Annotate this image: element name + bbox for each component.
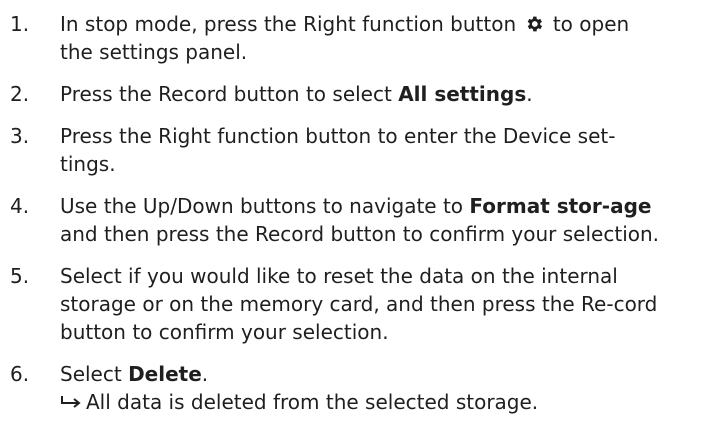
step-emphasis: Delete [128,362,202,386]
step-result: All data is deleted from the selected st… [60,388,660,416]
step-text: Press the Record button to select [60,82,399,106]
step-number: 3. [10,124,30,148]
step-number: 2. [10,82,30,106]
step-emphasis: Format stor-age [469,194,652,218]
right-hook-arrow-icon [61,396,81,408]
step-6: 6. Select Delete. All data is deleted fr… [0,360,660,416]
step-number: 1. [10,12,30,36]
step-5: 5. Select if you would like to reset the… [0,262,660,346]
step-4: 4. Use the Up/Down buttons to navigate t… [0,192,660,248]
step-text-continued: . [526,82,533,106]
step-text: Use the Up/Down buttons to navigate to [60,194,470,218]
step-number: 6. [10,362,30,386]
instruction-steps: 1. In stop mode, press the Right functio… [0,0,708,416]
step-text: Select [60,362,129,386]
step-number: 5. [10,264,30,288]
step-text-continued: . [201,362,209,386]
step-1: 1. In stop mode, press the Right functio… [0,10,660,66]
step-emphasis: All settings [398,82,527,106]
step-text: Select if you would like to reset the da… [60,264,658,344]
step-result-text: All data is deleted from the selected st… [86,390,539,414]
step-text: Press the Right function button to enter… [60,124,616,176]
step-3: 3. Press the Right function button to en… [0,122,660,178]
step-2: 2. Press the Record button to select All… [0,80,660,108]
step-text-continued: and then press the Record button to conf… [60,222,660,246]
step-number: 4. [10,194,30,218]
step-text: In stop mode, press the Right function b… [60,12,517,36]
gear-icon [528,16,543,32]
